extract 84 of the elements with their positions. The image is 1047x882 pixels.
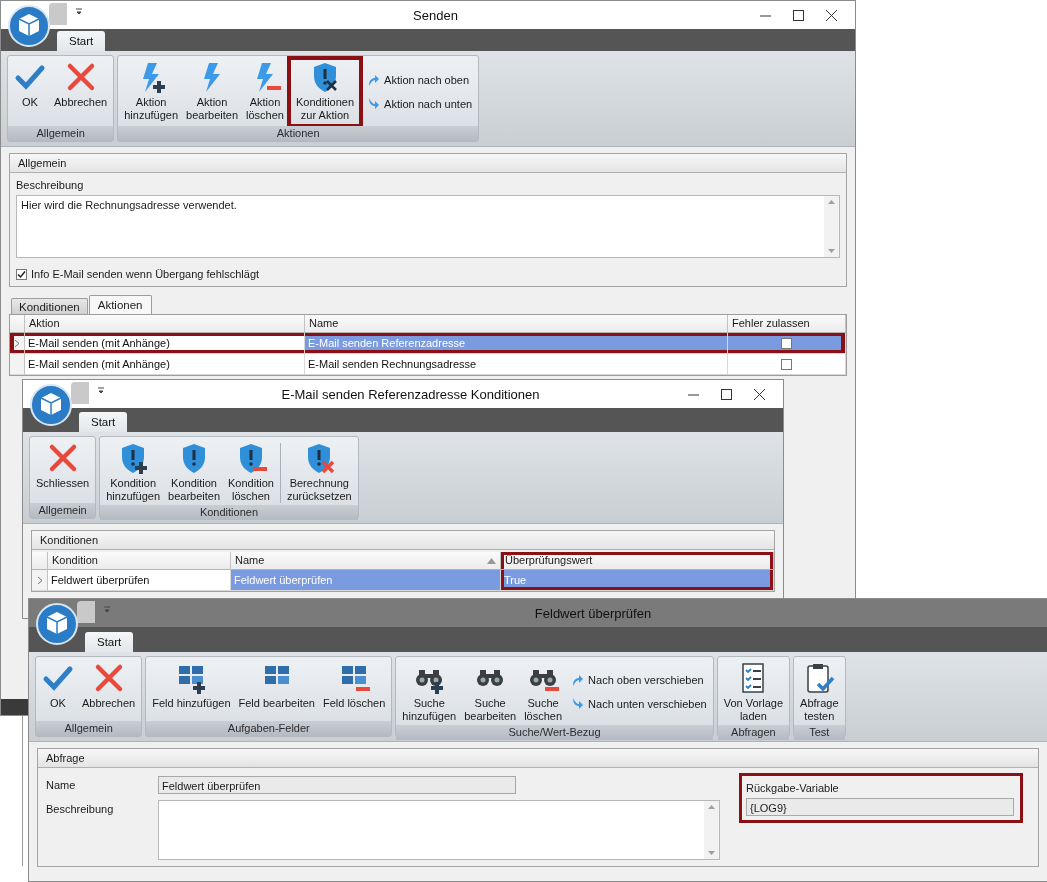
arrow-up-icon — [570, 673, 585, 687]
ribbon-button[interactable]: Feld bearbeiten — [235, 659, 318, 721]
column-header[interactable]: Name — [231, 552, 501, 570]
group-label: Aktionen — [118, 126, 479, 141]
ribbon-button[interactable]: OK — [11, 58, 49, 126]
ribbon-tab[interactable]: Start — [57, 31, 106, 51]
window-title: E-Mail senden Referenzadresse Konditionen — [280, 386, 541, 402]
panel-header: Konditionen — [32, 531, 774, 550]
ribbon-button[interactable]: Abbrechen — [51, 58, 111, 126]
row-pointer-icon — [14, 338, 20, 348]
table-corner — [10, 315, 25, 333]
checkbox-label: Info E-Mail senden wenn Übergang fehlschlägt — [31, 268, 260, 280]
description-field[interactable] — [158, 800, 720, 860]
ribbon-button[interactable]: OK — [39, 659, 77, 721]
group-label: Konditionen — [100, 505, 358, 520]
close-icon[interactable] — [826, 9, 837, 21]
column-header[interactable]: Kondition — [48, 552, 231, 570]
checkbox[interactable] — [781, 337, 792, 349]
table-cell: Feldwert überprüfen — [48, 570, 231, 591]
maximize-icon[interactable] — [793, 9, 804, 21]
ribbon-button[interactable]: Berechnung zurücksetzen — [283, 439, 355, 505]
panel-header: Allgemein — [10, 154, 846, 173]
close-icon[interactable] — [754, 388, 765, 400]
ribbon-button[interactable]: Kondition bearbeiten — [165, 439, 224, 505]
ribbon-button[interactable]: Abfrage testen — [797, 659, 842, 725]
ribbon-button[interactable]: Schliessen — [33, 439, 93, 503]
ribbon-button[interactable]: Abbrechen — [79, 659, 139, 721]
ribbon-button[interactable]: Kondition hinzufügen — [103, 439, 164, 505]
ribbon-button[interactable]: Nach oben verschieben — [570, 673, 707, 687]
table-cell: E-Mail senden (mit Anhänge) — [25, 354, 305, 375]
ribbon-button[interactable]: Von Vorlage laden — [720, 659, 787, 725]
ribbon-button[interactable]: Aktion bearbeiten — [183, 58, 242, 126]
ribbon-button[interactable]: Suche löschen — [521, 659, 566, 725]
group-label: Aufgaben-Felder — [146, 721, 392, 736]
panel-header: Abfrage — [38, 749, 1038, 768]
table-cell: Feldwert überprüfen — [231, 570, 501, 591]
table-corner — [32, 552, 48, 570]
column-header[interactable]: Überprüfungswert — [501, 552, 774, 570]
row-header[interactable] — [10, 333, 25, 354]
ribbon-button[interactable]: Kondition löschen — [225, 439, 277, 505]
table-cell: True — [501, 570, 774, 591]
ribbon-button[interactable]: Feld löschen — [319, 659, 389, 721]
ribbon-button[interactable]: Suche bearbeiten — [461, 659, 520, 725]
window-title: Feldwert überprüfen — [533, 605, 653, 621]
ribbon-button[interactable]: Konditionen zur Aktion — [288, 58, 362, 126]
return-variable-field[interactable]: {LOG9} — [746, 798, 1014, 816]
field-label: Beschreibung — [46, 802, 115, 817]
table-cell: E-Mail senden Referenzadresse — [305, 333, 728, 354]
field-label: Rückgabe-Variable — [746, 782, 840, 794]
ribbon-button[interactable]: Aktion nach oben — [366, 73, 473, 87]
name-field[interactable]: Feldwert überprüfen — [158, 776, 516, 794]
ribbon-button[interactable]: Aktion hinzufügen — [121, 58, 182, 126]
ribbon-tab[interactable]: Start — [85, 632, 134, 652]
tab[interactable]: Aktionen — [88, 295, 152, 315]
checkbox[interactable] — [781, 358, 792, 370]
ribbon-button[interactable]: Suche hinzufügen — [399, 659, 460, 725]
scrollbar[interactable] — [824, 196, 839, 257]
description-field[interactable]: Hier wird die Rechnungsadresse verwendet. — [16, 195, 840, 258]
maximize-icon[interactable] — [721, 388, 732, 400]
table-cell: E-Mail senden Rechnungsadresse — [305, 354, 728, 375]
arrow-down-icon — [570, 697, 585, 711]
group-label: Suche/Wert-Bezug — [396, 725, 713, 740]
group-label: Abfragen — [717, 725, 790, 740]
column-header[interactable]: Name — [305, 315, 728, 333]
table-cell: E-Mail senden (mit Anhänge) — [25, 333, 305, 354]
column-header[interactable]: Aktion — [25, 315, 305, 333]
scrollbar[interactable] — [704, 801, 719, 859]
field-label: Beschreibung — [16, 179, 85, 191]
ribbon-button[interactable]: Nach unten verschieben — [570, 697, 707, 711]
group-label: Allgemein — [8, 126, 114, 141]
group-label: Allgemein — [36, 721, 142, 736]
ribbon-button[interactable]: Feld hinzufügen — [149, 659, 234, 721]
checkbox[interactable] — [16, 268, 27, 280]
group-label: Allgemein — [30, 503, 96, 518]
arrow-down-icon — [366, 97, 381, 111]
ribbon-button[interactable]: Aktion nach unten — [366, 97, 473, 111]
ribbon-button[interactable]: Aktion löschen — [243, 58, 287, 126]
field-label: Name — [46, 778, 77, 793]
ribbon-tab[interactable]: Start — [79, 412, 128, 432]
row-pointer-icon — [36, 575, 43, 585]
arrow-up-icon — [366, 73, 381, 87]
group-label: Test — [794, 725, 845, 740]
window-title: Senden — [412, 7, 459, 23]
column-header[interactable]: Fehler zulassen — [728, 315, 846, 333]
